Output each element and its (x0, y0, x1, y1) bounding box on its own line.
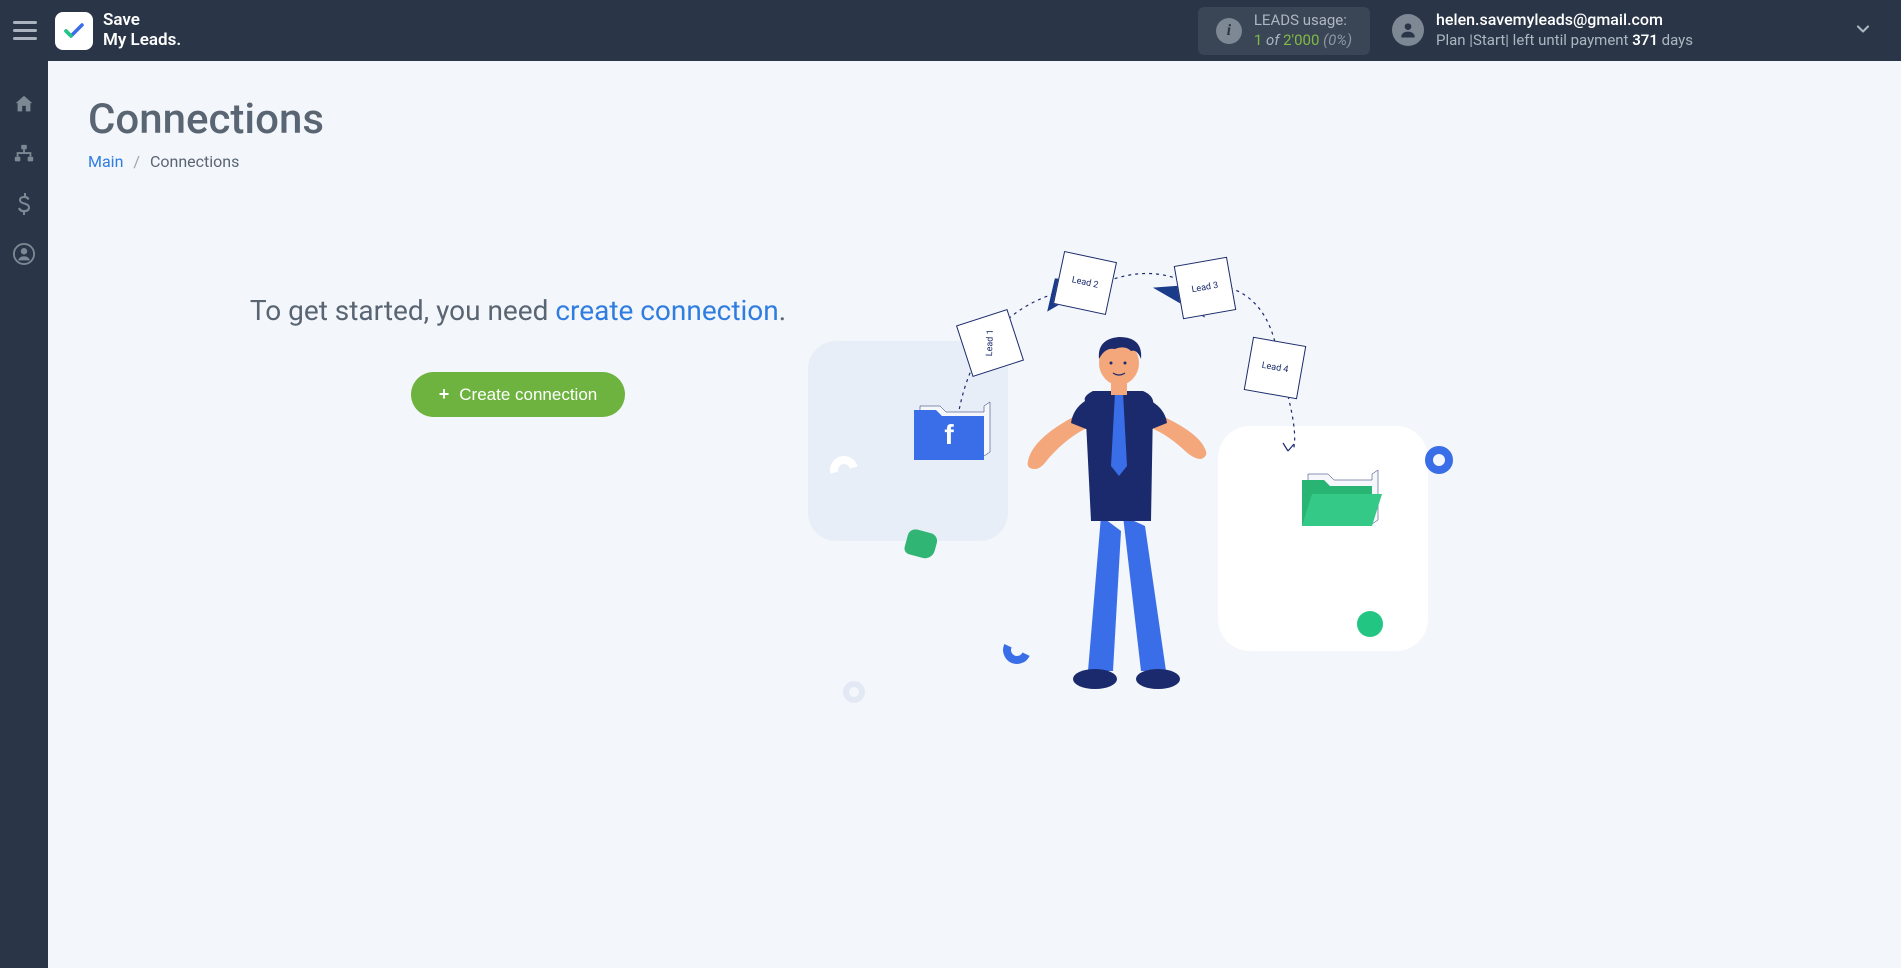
breadcrumb-current: Connections (150, 152, 239, 171)
page-title: Connections (88, 95, 1861, 144)
logo[interactable]: Save My Leads. (55, 11, 181, 50)
main-content: Connections Main / Connections To get st… (48, 61, 1901, 968)
leads-usage-box[interactable]: i LEADS usage: 1 of 2'000 (0%) (1198, 7, 1370, 55)
leads-usage-values: 1 of 2'000 (0%) (1254, 31, 1352, 51)
sidebar-billing-icon[interactable] (11, 191, 37, 217)
sidebar-nav (0, 61, 48, 968)
create-connection-link[interactable]: create connection (555, 294, 778, 327)
create-connection-button-label: Create connection (459, 385, 597, 405)
person-illustration (1023, 331, 1213, 701)
svg-text:f: f (944, 419, 954, 450)
cta-block: To get started, you need create connecti… (198, 291, 838, 417)
decorative-dot-green (1357, 611, 1383, 637)
hamburger-menu-button[interactable] (10, 16, 40, 46)
logo-line-1: Save (103, 11, 181, 31)
lead-note-4: Lead 4 (1244, 337, 1307, 400)
account-menu[interactable]: helen.savemyleads@gmail.com Plan |Start|… (1392, 10, 1693, 50)
sidebar-home-icon[interactable] (11, 91, 37, 117)
account-dropdown-toggle[interactable] (1853, 19, 1873, 43)
empty-state-illustration: Lead 1 Lead 2 Lead 3 Lead 4 f (798, 241, 1458, 721)
logo-mark-icon (55, 12, 93, 50)
decorative-ring-small (843, 681, 865, 703)
plus-icon: + (439, 384, 450, 405)
info-icon: i (1216, 18, 1242, 44)
breadcrumb-main-link[interactable]: Main (88, 152, 123, 171)
top-header: Save My Leads. i LEADS usage: 1 of 2'000… (0, 0, 1901, 61)
facebook-folder-icon: f (910, 396, 995, 466)
decorative-ring-blue (1425, 446, 1453, 474)
logo-text: Save My Leads. (103, 11, 181, 50)
cta-text: To get started, you need create connecti… (198, 291, 838, 330)
leads-usage-label: LEADS usage: (1254, 11, 1352, 31)
sidebar-connections-icon[interactable] (11, 141, 37, 167)
sidebar-profile-icon[interactable] (11, 241, 37, 267)
lead-note-2: Lead 2 (1053, 251, 1117, 315)
breadcrumb: Main / Connections (88, 152, 1861, 171)
lead-note-3: Lead 3 (1174, 257, 1237, 320)
account-email: helen.savemyleads@gmail.com (1436, 10, 1693, 31)
destination-folder-icon (1298, 466, 1383, 536)
avatar-icon (1392, 14, 1424, 46)
breadcrumb-separator: / (133, 152, 140, 171)
account-plan: Plan |Start| left until payment 371 days (1436, 31, 1693, 51)
logo-line-2: My Leads. (103, 31, 181, 51)
create-connection-button[interactable]: + Create connection (411, 372, 626, 417)
